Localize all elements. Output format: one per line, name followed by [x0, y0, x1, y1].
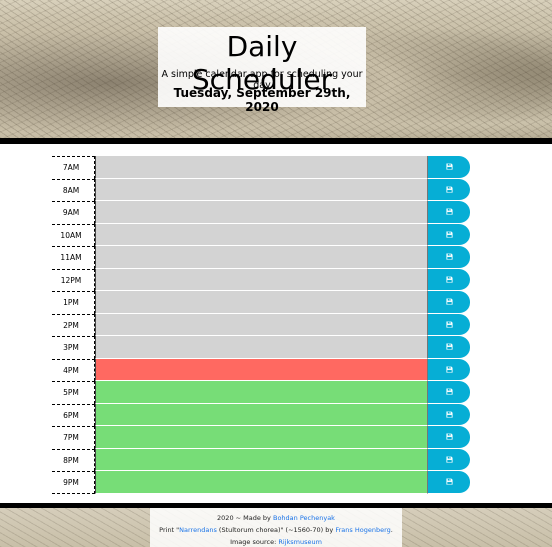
hour-label: 5PM: [52, 381, 95, 404]
save-icon: [445, 186, 453, 193]
save-icon: [445, 231, 453, 238]
event-description-input[interactable]: [95, 246, 428, 269]
time-block-row: 2PM: [52, 313, 470, 336]
event-description-input[interactable]: [95, 471, 428, 494]
save-button[interactable]: [428, 178, 470, 201]
hour-label: 6PM: [52, 403, 95, 426]
save-button[interactable]: [428, 471, 470, 494]
event-description-input[interactable]: [95, 336, 428, 359]
image-source-link[interactable]: Rijksmuseum: [278, 538, 322, 546]
hour-label: 7PM: [52, 426, 95, 449]
event-description-input[interactable]: [95, 448, 428, 471]
save-button[interactable]: [428, 201, 470, 224]
time-block-row: 9PM: [52, 471, 470, 494]
event-description-input[interactable]: [95, 381, 428, 404]
print-title-link[interactable]: Narrendans: [179, 526, 217, 534]
hour-label: 11AM: [52, 246, 95, 269]
save-icon: [445, 388, 453, 395]
footer-credit-text: 2020 ~ Made by: [217, 514, 271, 522]
save-button[interactable]: [428, 448, 470, 471]
save-icon: [445, 276, 453, 283]
hour-label: 8AM: [52, 178, 95, 201]
event-description-input[interactable]: [95, 426, 428, 449]
save-icon: [445, 208, 453, 215]
save-button[interactable]: [428, 426, 470, 449]
print-suffix: .: [390, 526, 393, 534]
header-divider: [0, 138, 552, 144]
save-icon: [445, 411, 453, 418]
save-icon: [445, 456, 453, 463]
save-icon: [445, 478, 453, 485]
time-block-row: 9AM: [52, 201, 470, 224]
save-icon: [445, 366, 453, 373]
save-button[interactable]: [428, 291, 470, 314]
event-description-input[interactable]: [95, 156, 428, 179]
hour-label: 9PM: [52, 471, 95, 494]
event-description-input[interactable]: [95, 201, 428, 224]
event-description-input[interactable]: [95, 223, 428, 246]
save-button[interactable]: [428, 403, 470, 426]
save-button[interactable]: [428, 381, 470, 404]
time-block-row: 1PM: [52, 291, 470, 314]
event-description-input[interactable]: [95, 403, 428, 426]
event-description-input[interactable]: [95, 358, 428, 381]
time-block-row: 12PM: [52, 268, 470, 291]
save-button[interactable]: [428, 223, 470, 246]
print-prefix: Print ": [159, 526, 180, 534]
event-description-input[interactable]: [95, 291, 428, 314]
hour-label: 1PM: [52, 291, 95, 314]
footer-credit: 2020 ~ Made by Bohdan Pechenyak: [150, 514, 402, 522]
footer-print-credit: Print "Narrendans (Stultorum chorea)" (~…: [150, 526, 402, 534]
image-source-label: Image source:: [230, 538, 277, 546]
save-button[interactable]: [428, 246, 470, 269]
current-date: Tuesday, September 29th, 2020: [173, 86, 351, 114]
time-block-row: 10AM: [52, 223, 470, 246]
time-block-row: 7AM: [52, 156, 470, 179]
time-block-row: 7PM: [52, 426, 470, 449]
hour-label: 7AM: [52, 156, 95, 179]
event-description-input[interactable]: [95, 313, 428, 336]
scheduler-grid: 7AM 8AM 9AM 10AM 11AM 12PM 1PM 2PM 3PM 4PM 5PM 6PM 7…: [52, 156, 470, 494]
author-link[interactable]: Bohdan Pechenyak: [273, 514, 335, 522]
time-block-row: 8AM: [52, 178, 470, 201]
time-block-row: 11AM: [52, 246, 470, 269]
hour-label: 8PM: [52, 448, 95, 471]
save-button[interactable]: [428, 336, 470, 359]
time-block-row: 3PM: [52, 336, 470, 359]
save-button[interactable]: [428, 358, 470, 381]
save-icon: [445, 321, 453, 328]
hour-label: 10AM: [52, 223, 95, 246]
hour-label: 9AM: [52, 201, 95, 224]
title-panel: Daily Scheduler A simple calendar app fo…: [158, 27, 366, 114]
footer-image-source: Image source: Rijksmuseum: [150, 538, 402, 546]
save-button[interactable]: [428, 156, 470, 179]
time-block-row: 4PM: [52, 358, 470, 381]
save-button[interactable]: [428, 313, 470, 336]
hour-label: 12PM: [52, 268, 95, 291]
save-icon: [445, 433, 453, 440]
event-description-input[interactable]: [95, 178, 428, 201]
artist-link[interactable]: Frans Hogenberg: [335, 526, 390, 534]
time-block-row: 6PM: [52, 403, 470, 426]
save-icon: [445, 298, 453, 305]
header-banner: Daily Scheduler A simple calendar app fo…: [0, 0, 552, 138]
footer: 2020 ~ Made by Bohdan Pechenyak Print "N…: [0, 508, 552, 547]
print-middle: (Stultorum chorea)" (~1560-70) by: [216, 526, 334, 534]
hour-label: 4PM: [52, 358, 95, 381]
save-button[interactable]: [428, 268, 470, 291]
time-block-row: 5PM: [52, 381, 470, 404]
event-description-input[interactable]: [95, 268, 428, 291]
hour-label: 2PM: [52, 313, 95, 336]
footer-panel: 2020 ~ Made by Bohdan Pechenyak Print "N…: [150, 508, 402, 547]
time-block-row: 8PM: [52, 448, 470, 471]
save-icon: [445, 163, 453, 170]
save-icon: [445, 343, 453, 350]
save-icon: [445, 253, 453, 260]
hour-label: 3PM: [52, 336, 95, 359]
